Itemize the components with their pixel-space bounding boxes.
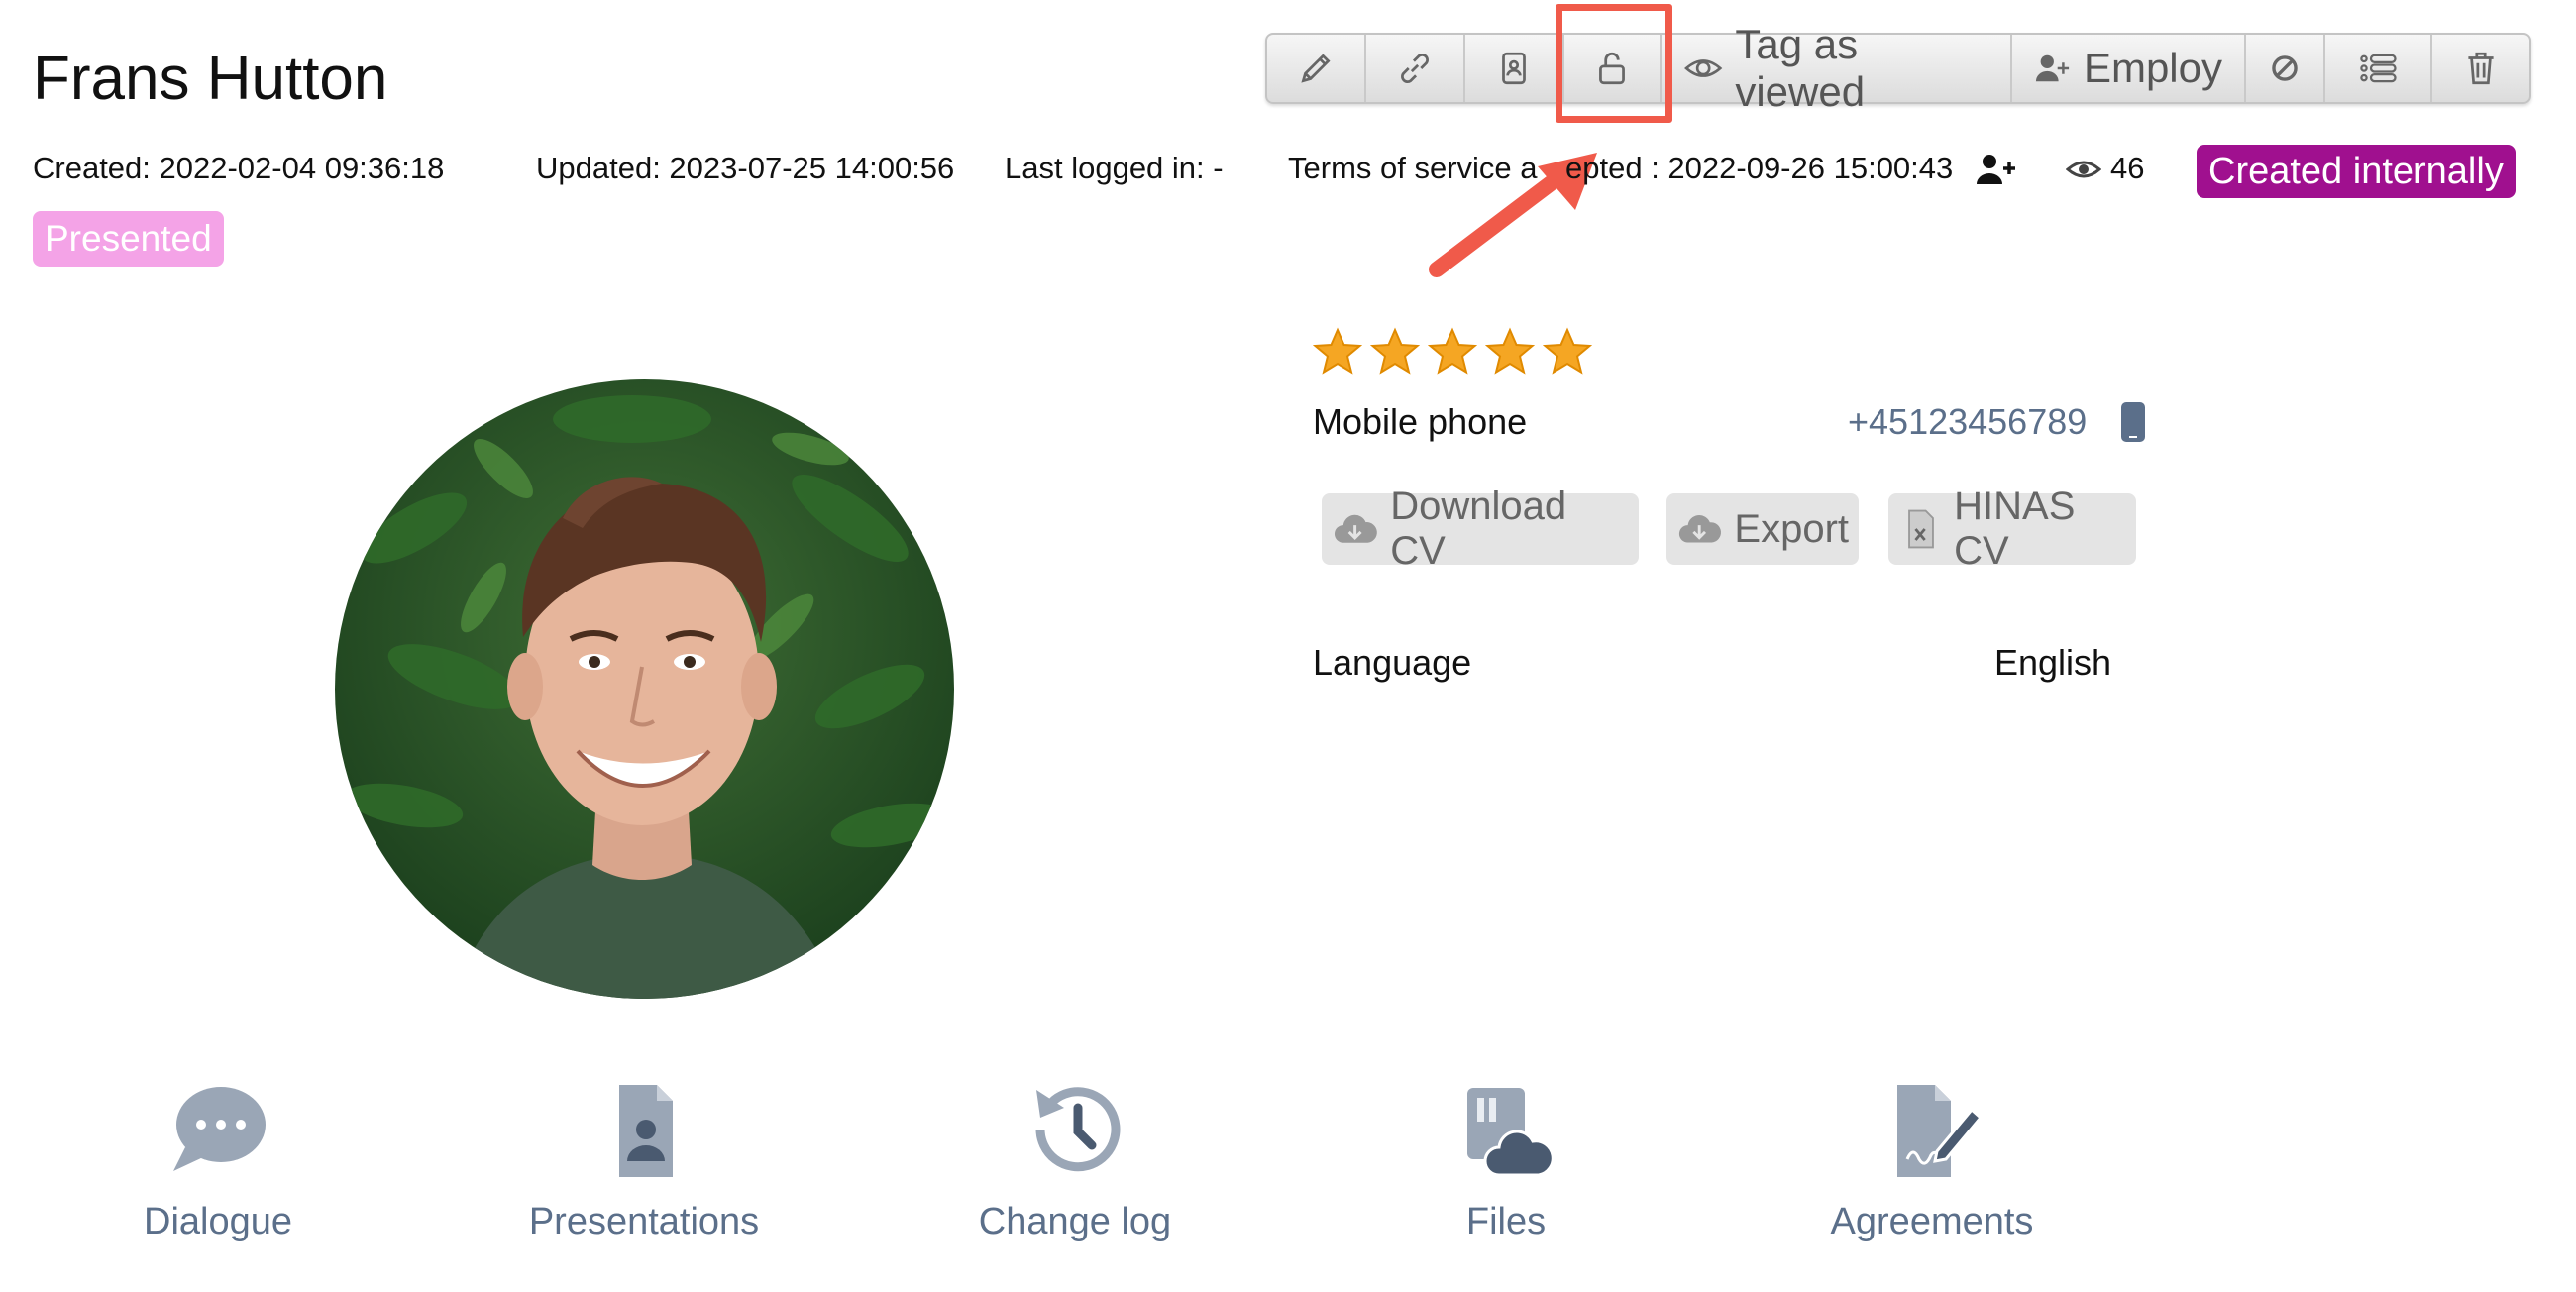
block-icon xyxy=(2272,55,2298,81)
employ-label: Employ xyxy=(2083,45,2222,91)
updated-date: Updated: 2023-07-25 14:00:56 xyxy=(536,151,955,185)
mobile-phone-label: Mobile phone xyxy=(1313,401,1528,442)
link-icon xyxy=(1401,54,1429,83)
cloud-download-icon xyxy=(1678,515,1721,543)
view-count: 46 xyxy=(2110,151,2145,185)
mobile-phone-icon xyxy=(2121,402,2145,442)
cloud-download-icon xyxy=(1334,514,1377,543)
download-cv-label: Download CV xyxy=(1390,484,1567,573)
history-icon xyxy=(1035,1087,1121,1172)
eye-icon xyxy=(2066,161,2101,178)
tag-as-viewed-label: Tag as viewed xyxy=(1735,21,1866,115)
dialogue-link[interactable]: Dialogue xyxy=(69,1080,367,1243)
star-icon xyxy=(1370,327,1420,375)
hinas-cv-button[interactable]: HINAS CV xyxy=(1888,484,2136,573)
files-label: Files xyxy=(1465,1201,1547,1242)
signature-file-icon xyxy=(1897,1085,1984,1177)
change-log-link[interactable]: Change log xyxy=(926,1080,1224,1243)
contact-card-icon xyxy=(1502,52,1526,85)
list-button[interactable] xyxy=(2325,35,2432,102)
tag-as-viewed-button[interactable]: Tag as viewed xyxy=(1662,21,2012,115)
hinas-cv-label: HINAS CV xyxy=(1954,484,2076,573)
link-button[interactable] xyxy=(1366,35,1465,102)
download-cv-button[interactable]: Download CV xyxy=(1322,484,1639,573)
pencil-icon xyxy=(1301,54,1331,83)
mobile-phone-value[interactable]: +45123456789 xyxy=(1848,401,2087,443)
export-button[interactable]: Export xyxy=(1666,493,1859,565)
star-icon xyxy=(1485,327,1535,375)
star-icon xyxy=(1313,327,1362,375)
presented-badge: Presented xyxy=(33,211,224,267)
files-link[interactable]: Files xyxy=(1357,1080,1655,1243)
cloud-files-icon xyxy=(1467,1088,1555,1177)
last-logged-in: Last logged in: - xyxy=(1005,151,1224,185)
trash-icon xyxy=(2468,52,2494,85)
presentations-label: Presentations xyxy=(528,1201,760,1242)
block-button[interactable] xyxy=(2246,35,2325,102)
star-rating xyxy=(1313,327,1592,377)
candidate-name: Frans Hutton xyxy=(33,45,388,113)
export-label: Export xyxy=(1734,506,1849,551)
terms-accepted-suffix: epted : 2022-09-26 15:00:43 xyxy=(1565,151,1954,185)
agreements-link[interactable]: Agreements xyxy=(1783,1080,2081,1243)
language-value: English xyxy=(1994,642,2112,683)
user-plus-icon[interactable] xyxy=(1975,152,2018,187)
language-label: Language xyxy=(1313,642,1472,683)
delete-button[interactable] xyxy=(2432,35,2529,102)
candidate-avatar xyxy=(335,379,954,999)
contact-card-button[interactable] xyxy=(1465,35,1564,102)
employ-button[interactable]: Employ xyxy=(2012,35,2246,102)
chat-bubble-icon xyxy=(173,1087,266,1171)
presentation-file-icon xyxy=(619,1085,673,1177)
created-date: Created: 2022-02-04 09:36:18 xyxy=(33,151,445,185)
user-plus-icon xyxy=(2035,54,2070,82)
edit-button[interactable] xyxy=(1267,35,1366,102)
star-icon xyxy=(1428,327,1477,375)
terms-accepted-prefix: Terms of service a xyxy=(1288,151,1538,185)
dialogue-label: Dialogue xyxy=(144,1201,292,1242)
agreements-label: Agreements xyxy=(1830,1201,2034,1242)
presentations-link[interactable]: Presentations xyxy=(495,1080,793,1243)
created-internally-badge: Created internally xyxy=(2197,145,2516,198)
change-log-label: Change log xyxy=(978,1201,1172,1242)
action-toolbar: Tag as viewed Employ xyxy=(1265,21,2531,115)
excel-file-icon xyxy=(1908,509,1934,549)
unlock-highlight-box xyxy=(1556,4,1672,123)
star-icon xyxy=(1543,327,1592,375)
list-icon xyxy=(2360,54,2397,83)
eye-icon xyxy=(1684,59,1723,77)
